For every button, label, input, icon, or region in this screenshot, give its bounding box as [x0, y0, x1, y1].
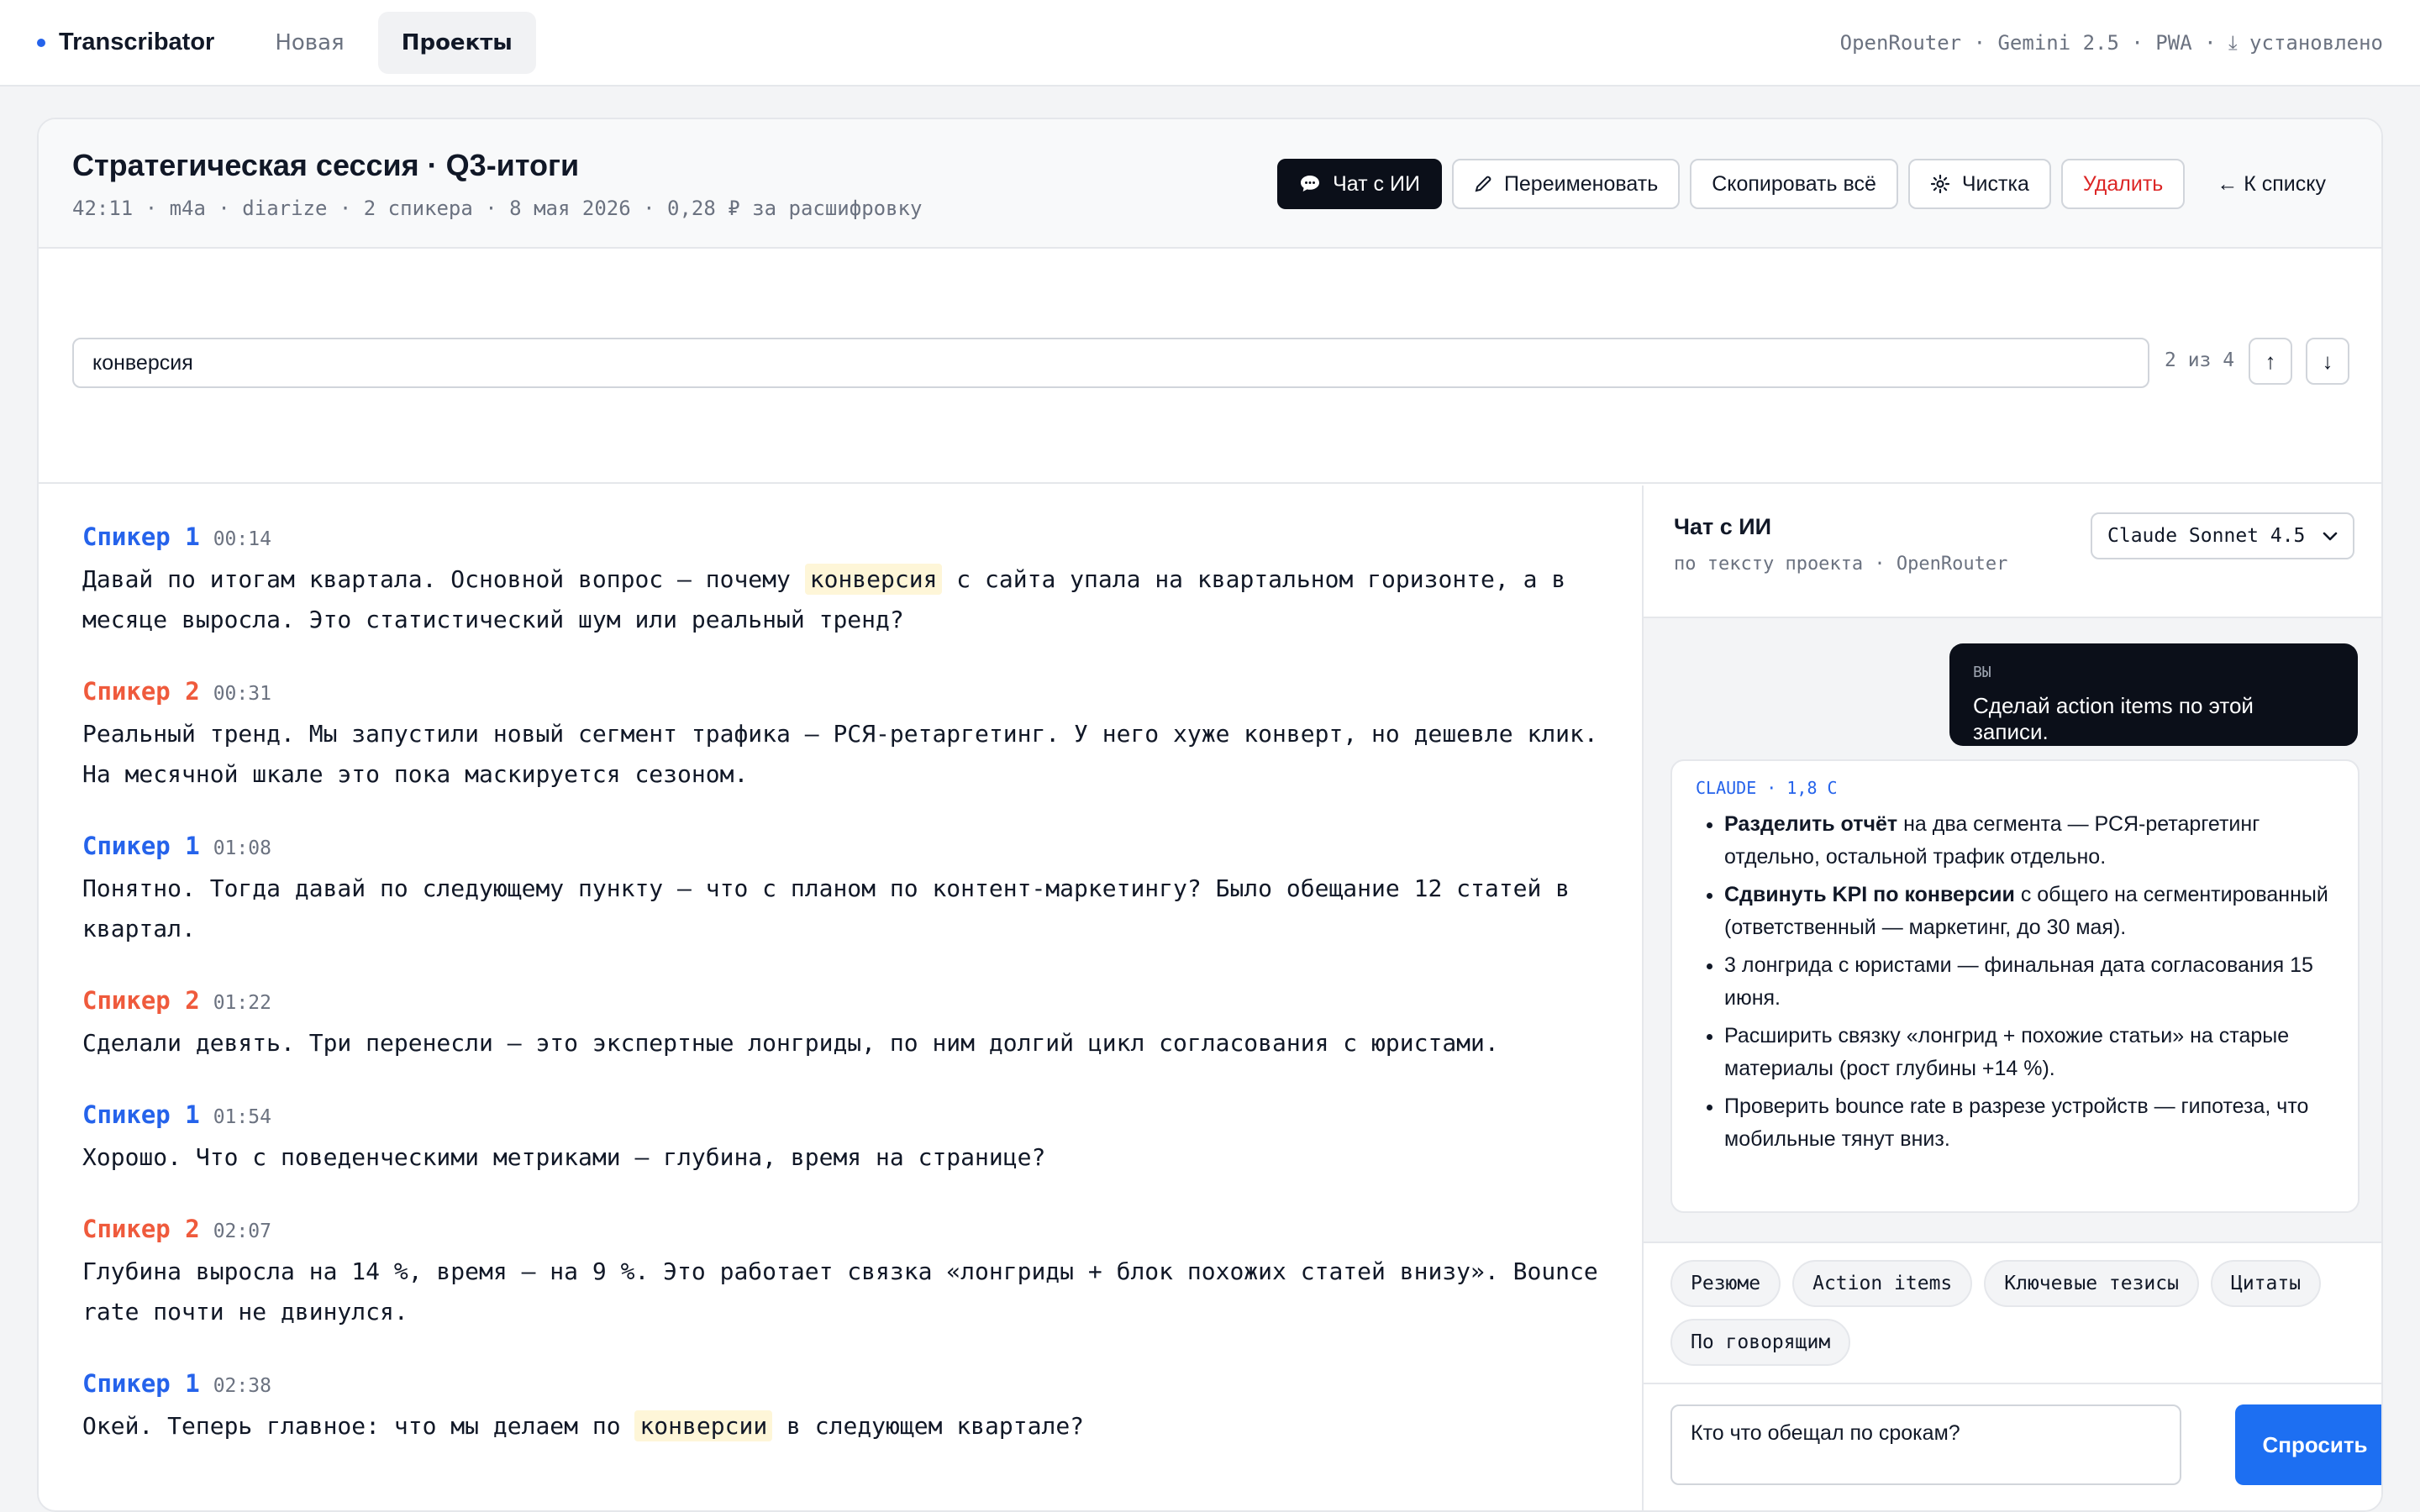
- user-label: ВЫ: [1973, 664, 1991, 681]
- ai-label: CLAUDE · 1,8 С: [1696, 778, 1838, 798]
- model-select[interactable]: Claude Sonnet 4.5: [2091, 512, 2354, 559]
- ask-row: Кто что обещал по срокам? Спросить: [1644, 1384, 2381, 1510]
- rename-label: Переименовать: [1503, 171, 1659, 196]
- segment-text: Окей. Теперь главное: что мы делаем по к…: [82, 1410, 1085, 1441]
- ai-message: CLAUDE · 1,8 С Разделить отчёт на два се…: [1670, 759, 2360, 1213]
- brand-dot-icon: [37, 38, 45, 47]
- project-actions: Чат с ИИ Переименовать Скопировать всё Ч…: [1277, 159, 2348, 209]
- chat-panel: Чат с ИИ по тексту проекта · OpenRouter …: [1642, 486, 2381, 1510]
- user-message: ВЫ Сделай action items по этой записи.: [1949, 643, 2358, 746]
- chip-quotes[interactable]: Цитаты: [2210, 1260, 2322, 1307]
- speaker-label[interactable]: Спикер 1: [82, 1369, 200, 1398]
- chat-messages: ВЫ Сделай action items по этой записи. C…: [1644, 618, 2381, 1243]
- project-card: Стратегическая сессия · Q3-итоги 42:11 ·…: [37, 118, 2383, 1512]
- speaker-label[interactable]: Спикер 1: [82, 522, 200, 551]
- search-next-button[interactable]: ↓: [2306, 338, 2349, 385]
- segment-text: Сделали девять. Три перенесли — это эксп…: [82, 1029, 1499, 1057]
- pencil-icon: [1474, 175, 1492, 193]
- ask-button[interactable]: Спросить: [2235, 1404, 2381, 1485]
- search-highlight: конверсии: [634, 1410, 773, 1441]
- clean-label: Чистка: [1961, 171, 2029, 196]
- segment-text: Глубина выросла на 14 %, время — на 9 %.…: [82, 1257, 1598, 1326]
- segment-text: Давай по итогам квартала. Основной вопро…: [82, 564, 1566, 633]
- transcript-segment: Спикер 1 02:38 Окей. Теперь главное: что…: [82, 1369, 1598, 1446]
- timestamp[interactable]: 00:31: [213, 683, 271, 705]
- model-select-value: Claude Sonnet 4.5: [2107, 525, 2306, 547]
- chip-key-points[interactable]: Ключевые тезисы: [1984, 1260, 2199, 1307]
- timestamp[interactable]: 02:07: [213, 1221, 271, 1242]
- list-item: 3 лонгрида с юристами — финальная дата с…: [1724, 949, 2334, 1015]
- list-item: Разделить отчёт на два сегмента — РСЯ-ре…: [1724, 808, 2334, 874]
- speaker-label[interactable]: Спикер 1: [82, 1100, 200, 1129]
- chip-by-speaker[interactable]: По говорящим: [1670, 1319, 1851, 1366]
- transcript-segment: Спикер 1 01:54 Хорошо. Что с поведенческ…: [82, 1100, 1598, 1178]
- chat-ai-label: Чат с ИИ: [1333, 171, 1420, 196]
- segment-text: Реальный тренд. Мы запустили новый сегме…: [82, 720, 1598, 788]
- nav-tab-projects[interactable]: Проекты: [377, 11, 536, 74]
- delete-button[interactable]: Удалить: [2060, 159, 2186, 209]
- search-prev-button[interactable]: ↑: [2249, 338, 2292, 385]
- search-area: 2 из 4 ↑ ↓: [39, 249, 2381, 484]
- speaker-label[interactable]: Спикер 2: [82, 1215, 200, 1243]
- action-items-list: Разделить отчёт на два сегмента — РСЯ-ре…: [1696, 808, 2334, 1156]
- project-header: Стратегическая сессия · Q3-итоги 42:11 ·…: [39, 119, 2381, 249]
- timestamp[interactable]: 01:22: [213, 992, 271, 1014]
- chat-ai-button[interactable]: Чат с ИИ: [1277, 159, 1442, 209]
- transcript-segment: Спикер 2 00:31 Реальный тренд. Мы запуст…: [82, 677, 1598, 795]
- segment-text: Понятно. Тогда давай по следующему пункт…: [82, 874, 1570, 942]
- transcript-segment: Спикер 1 01:08 Понятно. Тогда давай по с…: [82, 832, 1598, 949]
- user-message-text: Сделай action items по этой записи.: [1973, 693, 2254, 744]
- speaker-label[interactable]: Спикер 2: [82, 677, 200, 706]
- chat-bubble-icon: [1299, 174, 1321, 194]
- timestamp[interactable]: 02:38: [213, 1375, 271, 1397]
- prompt-chips: Резюме Action items Ключевые тезисы Цита…: [1644, 1243, 2381, 1384]
- rename-button[interactable]: Переименовать: [1451, 159, 1681, 209]
- list-item: Расширить связку «лонгрид + похожие стат…: [1724, 1020, 2334, 1085]
- search-input[interactable]: [72, 338, 2149, 388]
- search-match-count: 2 из 4: [2165, 349, 2235, 371]
- gear-icon: [1930, 174, 1950, 194]
- segment-text: Хорошо. Что с поведенческими метриками —…: [82, 1143, 1046, 1171]
- brand-name: Transcribator: [59, 29, 215, 55]
- transcript: Спикер 1 00:14 Давай по итогам квартала.…: [39, 486, 1642, 1510]
- chevron-down-icon: [2323, 525, 2338, 547]
- list-item: Сдвинуть KPI по конверсии с общего на се…: [1724, 879, 2334, 944]
- chip-action-items[interactable]: Action items: [1792, 1260, 1973, 1307]
- nav-tab-new[interactable]: Новая: [251, 12, 367, 74]
- top-bar: Transcribator Новая Проекты OpenRouter ·…: [0, 0, 2420, 87]
- chip-summary[interactable]: Резюме: [1670, 1260, 1781, 1307]
- copy-all-button[interactable]: Скопировать всё: [1690, 159, 1898, 209]
- transcript-segment: Спикер 1 00:14 Давай по итогам квартала.…: [82, 522, 1598, 640]
- speaker-label[interactable]: Спикер 1: [82, 832, 200, 860]
- brand[interactable]: Transcribator: [37, 29, 214, 56]
- timestamp[interactable]: 01:54: [213, 1106, 271, 1128]
- chat-header: Чат с ИИ по тексту проекта · OpenRouter …: [1644, 486, 2381, 618]
- status-text: OpenRouter · Gemini 2.5 · PWA · ⤓ устано…: [1839, 30, 2383, 55]
- list-item: Проверить bounce rate в разрезе устройст…: [1724, 1090, 2334, 1156]
- transcript-segment: Спикер 2 01:22 Сделали девять. Три перен…: [82, 986, 1598, 1063]
- search-highlight: конверсия: [804, 564, 943, 595]
- chat-input[interactable]: Кто что обещал по срокам?: [1670, 1404, 2181, 1485]
- speaker-label[interactable]: Спикер 2: [82, 986, 200, 1015]
- transcript-segment: Спикер 2 02:07 Глубина выросла на 14 %, …: [82, 1215, 1598, 1332]
- timestamp[interactable]: 00:14: [213, 528, 271, 550]
- back-to-list-button[interactable]: ← К списку: [2195, 159, 2348, 209]
- clean-button[interactable]: Чистка: [1907, 159, 2051, 209]
- timestamp[interactable]: 01:08: [213, 837, 271, 859]
